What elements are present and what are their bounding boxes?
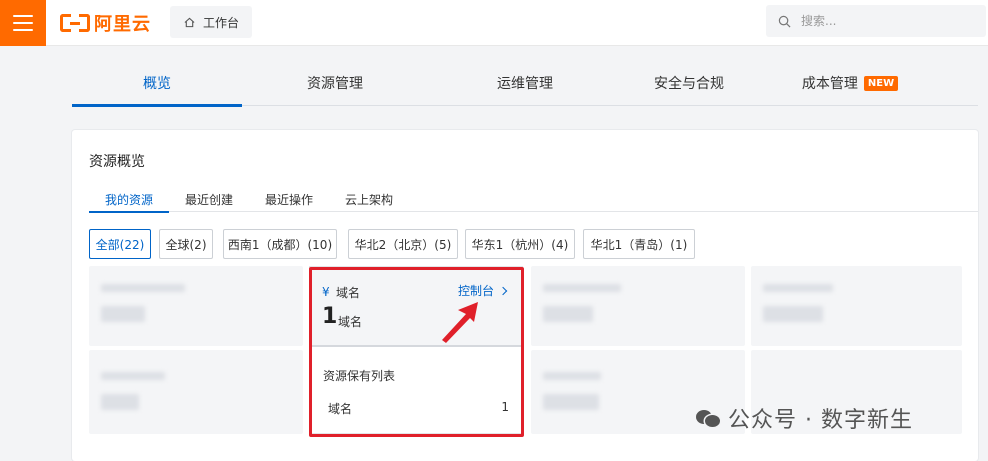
subtab-label: 云上架构 (344, 193, 393, 207)
wechat-icon (696, 408, 720, 428)
card-title: 资源概览 (89, 154, 145, 170)
menu-icon-line (13, 22, 33, 24)
region-filter-beijing[interactable]: 华北2（北京）(5) (348, 229, 458, 259)
resource-row-label[interactable]: 域名 (328, 400, 352, 417)
region-filter-all[interactable]: 全部(22) (89, 229, 151, 259)
subtab-recently-created[interactable]: 最近创建 (177, 186, 241, 212)
subtab-my-resources[interactable]: 我的资源 (89, 186, 169, 213)
menu-icon-line (13, 15, 33, 17)
top-bar: 阿里云 工作台 (0, 0, 988, 46)
aliyun-logo[interactable]: 阿里云 (60, 11, 151, 35)
aliyun-logo-icon (60, 14, 90, 32)
workbench-label: 工作台 (203, 15, 240, 30)
region-filter-qingdao[interactable]: 华北1（青岛）(1) (583, 229, 695, 259)
tab-resource-management[interactable]: 资源管理 (255, 60, 415, 106)
search-input[interactable] (801, 14, 971, 28)
hamburger-menu-button[interactable] (0, 0, 46, 46)
search-box[interactable] (766, 5, 986, 37)
tab-label: 安全与合规 (654, 76, 724, 92)
domain-icon: ¥ (322, 285, 330, 299)
tab-label: 成本管理 (801, 76, 858, 92)
main-tab-bar: 概览 资源管理 运维管理 安全与合规 成本管理 NEW (72, 60, 978, 107)
resource-tile-blurred[interactable] (531, 266, 745, 346)
resource-tile-blurred[interactable] (89, 350, 303, 434)
subtab-cloud-architecture[interactable]: 云上架构 (337, 186, 401, 212)
domain-card-header: ¥ 域名 控制台 1 域名 (310, 267, 522, 347)
tab-operations-management[interactable]: 运维管理 (445, 60, 605, 106)
watermark-text: 公众号 · 数字新生 (728, 408, 913, 433)
resource-tile-blurred[interactable] (751, 266, 962, 346)
red-arrow-annotation (442, 302, 478, 343)
subtab-recent-operations[interactable]: 最近操作 (257, 186, 321, 212)
subtab-label: 我的资源 (104, 193, 153, 207)
tab-label: 概览 (143, 76, 171, 92)
region-filter-chengdu[interactable]: 西南1（成都）(10) (223, 229, 337, 259)
new-badge: NEW (863, 75, 899, 91)
subtab-label: 最近创建 (184, 193, 233, 207)
resource-sub-tabs: 我的资源 最近创建 最近操作 云上架构 (89, 186, 978, 213)
subtab-label: 最近操作 (264, 193, 313, 207)
wechat-watermark: 公众号 · 数字新生 (696, 402, 913, 434)
menu-icon-line (13, 29, 33, 31)
chevron-right-icon (498, 286, 508, 295)
resource-row-value: 1 (501, 400, 509, 414)
console-link[interactable]: 控制台 (458, 282, 508, 299)
domain-count: 1 (322, 304, 338, 329)
tab-label: 资源管理 (307, 76, 363, 92)
brand-name: 阿里云 (94, 14, 151, 35)
region-filter-global[interactable]: 全球(2) (159, 229, 213, 259)
tab-cost-management[interactable]: 成本管理 NEW (780, 60, 920, 106)
resource-tile-blurred[interactable] (89, 266, 303, 346)
domain-resource-card: ¥ 域名 控制台 1 域名 资源保有列表 域名 1 (309, 266, 523, 434)
console-link-label: 控制台 (458, 284, 495, 298)
domain-count-unit: 域名 (338, 315, 363, 329)
region-filter-hangzhou[interactable]: 华东1（杭州）(4) (465, 229, 575, 259)
tab-label: 运维管理 (497, 76, 553, 92)
resource-list-title: 资源保有列表 (323, 369, 396, 383)
search-icon (778, 15, 791, 27)
tab-overview[interactable]: 概览 (72, 60, 242, 107)
home-icon (184, 17, 195, 27)
tab-security-compliance[interactable]: 安全与合规 (609, 60, 769, 106)
domain-card-label: 域名 (336, 286, 361, 300)
workbench-button[interactable]: 工作台 (170, 6, 252, 38)
